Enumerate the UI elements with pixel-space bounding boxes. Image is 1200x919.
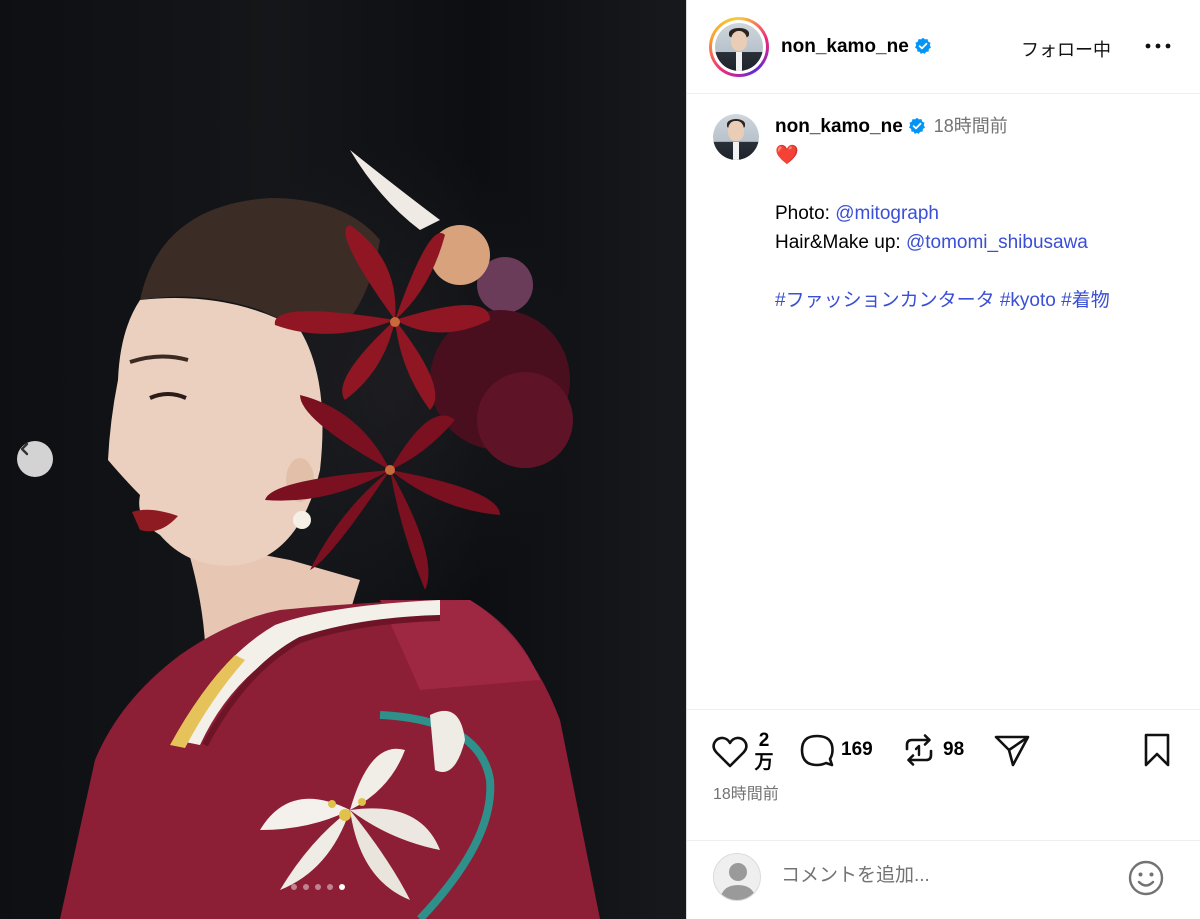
likes-count-number: 2 (758, 730, 770, 751)
likes-count: 2 万 (753, 730, 775, 774)
posted-time: 18時間前 (713, 786, 779, 803)
username-text[interactable]: non_kamo_ne (781, 36, 909, 57)
bookmark-button[interactable] (1141, 732, 1173, 768)
header-username[interactable]: non_kamo_ne (781, 36, 932, 58)
reposts-count: 98 (943, 739, 965, 760)
caption-username[interactable]: non_kamo_ne (775, 116, 903, 137)
like-button[interactable]: 2 万 (711, 730, 775, 774)
photographer-mention[interactable]: @mitograph (835, 203, 939, 224)
carousel-dot (327, 884, 333, 890)
photo-credit-label: Photo: (775, 203, 836, 224)
user-icon (720, 863, 756, 900)
caption-avatar[interactable] (713, 114, 759, 160)
carousel-dot (315, 884, 321, 890)
comment-composer (687, 840, 1200, 919)
share-icon (994, 735, 1030, 767)
post-photo (0, 0, 686, 919)
share-button[interactable] (993, 732, 1031, 768)
carousel-indicator (291, 884, 345, 890)
post-sidebar: non_kamo_ne フォロー中 non_kamo_ne 18時間前 ❤️ P… (686, 0, 1200, 919)
hair-credit-label: Hair&Make up: (775, 232, 906, 253)
carousel-dot (291, 884, 297, 890)
comment-input[interactable] (781, 861, 1111, 891)
chevron-left-icon (20, 442, 29, 456)
carousel-prev-button[interactable] (17, 441, 53, 477)
likes-count-unit: 万 (754, 752, 774, 773)
photo-illustration (60, 150, 600, 919)
verified-badge-icon (908, 117, 925, 134)
carousel-dot (303, 884, 309, 890)
comments-count: 169 (841, 739, 873, 760)
current-user-avatar (713, 853, 761, 901)
post-header: non_kamo_ne フォロー中 (687, 0, 1200, 94)
story-ring[interactable] (709, 17, 769, 77)
stylist-mention[interactable]: @tomomi_shibusawa (906, 232, 1088, 253)
repost-button[interactable]: 98 (901, 732, 964, 768)
comment-icon (800, 734, 834, 767)
caption-emoji: ❤️ (775, 145, 799, 166)
repost-icon (905, 734, 933, 766)
action-bar: 2 万 169 98 18時間前 コメントを追加... (687, 709, 1200, 919)
avatar (715, 23, 763, 71)
caption-time: 18時間前 (933, 116, 1008, 136)
comment-button[interactable]: 169 (799, 732, 873, 768)
hashtag-link[interactable]: #着物 (1061, 290, 1110, 311)
caption-body: non_kamo_ne 18時間前 ❤️ Photo: @mitograph H… (775, 112, 1195, 315)
more-icon[interactable] (1143, 36, 1173, 56)
carousel-dot-active (339, 884, 345, 890)
avatar (713, 114, 759, 160)
hashtag-list: #ファッションカンタータ #kyoto #着物 (775, 286, 1195, 315)
hashtag-link[interactable]: #ファッションカンタータ (775, 290, 995, 311)
verified-badge-icon (914, 37, 931, 54)
hashtag-link[interactable]: #kyoto (1000, 290, 1056, 311)
following-button[interactable]: フォロー中 (1021, 36, 1111, 62)
heart-icon (712, 736, 748, 768)
bookmark-icon (1144, 733, 1170, 767)
emoji-icon[interactable] (1127, 859, 1165, 897)
